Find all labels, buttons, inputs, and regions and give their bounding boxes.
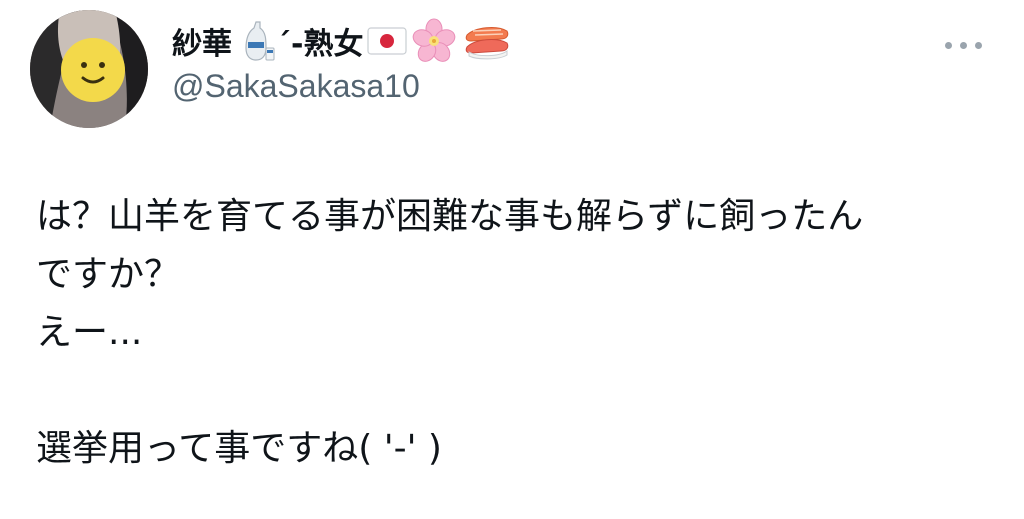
user-info: 紗華 ´-熟女 @SakaSakasa10	[172, 16, 513, 105]
more-options-icon	[975, 42, 982, 49]
more-options-icon	[945, 42, 952, 49]
sushi-icon	[461, 21, 513, 61]
tweet-text-line: ですか？	[36, 254, 181, 295]
tweet-text-line	[36, 362, 996, 420]
tweet-text-line: は？山羊を育てる事が困難な事も解らずに飼ったん	[36, 196, 864, 237]
display-name-row[interactable]: 紗華 ´-熟女	[172, 16, 513, 66]
tweet-text-line: えー...	[36, 312, 143, 353]
tweet: 紗華 ´-熟女 @SakaSakasa10 は？山羊を育てる事が困難な事も解らず…	[0, 0, 1024, 519]
sake-icon	[236, 20, 276, 62]
avatar[interactable]	[30, 10, 148, 128]
display-name-suffix: ´-熟女	[276, 27, 364, 62]
japan-flag-icon	[367, 26, 408, 56]
cherry-blossom-icon	[411, 18, 457, 64]
more-options-button[interactable]	[945, 36, 989, 56]
display-name: 紗華	[172, 27, 232, 62]
user-handle[interactable]: @SakaSakasa10	[172, 68, 513, 105]
more-options-icon	[960, 42, 967, 49]
tweet-text-line: 選挙用って事ですね( '-' )	[36, 428, 442, 469]
tweet-text: は？山羊を育てる事が困難な事も解らずに飼ったん ですか？ えー... 選挙用って…	[36, 188, 996, 478]
